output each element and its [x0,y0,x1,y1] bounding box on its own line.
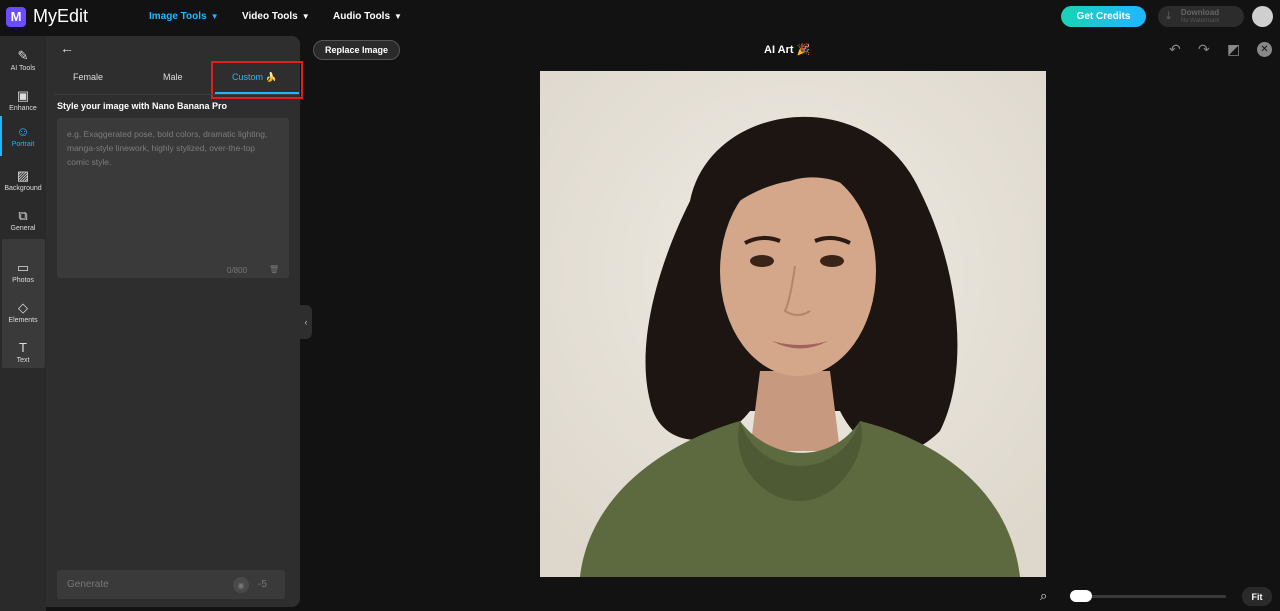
tool-panel: ← Female Male Custom 🍌 Style your image … [46,36,303,607]
chevron-left-icon: ‹ [304,317,308,327]
tab-male[interactable]: Male [163,72,183,82]
sidebar-item-text[interactable]: T Text [0,332,46,372]
background-icon: ▨ [16,167,30,183]
fit-button[interactable]: Fit [1242,587,1272,606]
replace-image-button[interactable]: Replace Image [313,40,400,60]
enhance-image-icon: ▣ [16,87,30,103]
generate-button[interactable]: Generate ◉ -5 [57,570,285,599]
sidebar-item-enhance[interactable]: ▣ Enhance [0,80,46,120]
nav-image-tools-label: Image Tools [149,11,207,22]
back-arrow-icon[interactable]: ← [60,40,74,56]
zoom-icon[interactable]: ⌕ [1040,588,1047,604]
generate-label: Generate [67,579,109,590]
zoom-slider[interactable] [1070,595,1226,598]
sidebar-item-background[interactable]: ▨ Background [0,160,46,200]
credit-coin-icon: ◉ [233,577,249,593]
close-icon[interactable]: ✕ [1257,42,1272,57]
left-sidebar: ✎ AI Tools ▣ Enhance ☺ Portrait ▨ Backgr… [0,36,46,611]
compare-icon[interactable]: ◩ [1227,41,1240,58]
photos-icon: ▭ [16,259,30,275]
sidebar-item-general[interactable]: ⧉ General [0,200,46,240]
download-button[interactable]: ⤓ Download No Watermark [1158,6,1244,27]
nav-audio-tools[interactable]: Audio Tools ▼ [333,11,402,22]
download-sublabel: No Watermark [1180,17,1220,24]
prompt-title: Style your image with Nano Banana Pro [57,101,228,111]
trash-icon[interactable]: 🗑 [269,265,279,274]
top-bar: M MyEdit Image Tools ▼ Video Tools ▼ Audio… [0,0,1280,34]
prompt-placeholder: e.g. Exaggerated pose, bold colors, dram… [67,129,268,167]
portrait-icon: ☺ [16,123,30,139]
chevron-down-icon: ▼ [210,12,219,21]
sidebar-item-elements[interactable]: ◇ Elements [0,292,46,332]
chevron-down-icon: ▼ [301,12,310,21]
get-credits-button[interactable]: Get Credits [1061,6,1146,27]
sidebar-item-photos[interactable]: ▭ Photos [0,252,46,292]
portrait-image [540,71,1046,577]
nav-image-tools[interactable]: Image Tools ▼ [149,11,219,22]
credit-cost: -5 [258,579,267,590]
general-icon: ⧉ [18,207,28,223]
sidebar-item-label: AI Tools [10,64,36,72]
sidebar-item-ai-tools[interactable]: ✎ AI Tools [0,40,46,80]
avatar[interactable] [1252,6,1273,27]
text-icon: T [19,339,27,355]
portrait-photo [540,71,1046,577]
elements-icon: ◇ [18,299,28,315]
undo-icon[interactable]: ↶ [1169,41,1181,58]
char-count: 0/800 [227,266,248,275]
collapse-panel-handle[interactable]: ‹ [300,305,312,339]
sidebar-item-label: Elements [8,316,38,324]
sidebar-item-label: Portrait [11,140,35,148]
app-name: MyEdit [33,6,89,26]
download-icon: ⤓ [1166,10,1171,22]
sidebar-item-label: Background [4,184,42,192]
tab-female[interactable]: Female [73,72,103,82]
nav-video-tools[interactable]: Video Tools ▼ [242,11,310,22]
sidebar-item-label: Text [16,356,30,364]
download-label: Download [1180,7,1220,17]
nav-video-tools-label: Video Tools [242,11,298,22]
logo-mark-icon: M [6,6,26,27]
sidebar-item-label: General [10,224,36,232]
nav-audio-tools-label: Audio Tools [333,11,391,22]
sidebar-item-portrait[interactable]: ☺ Portrait [0,116,46,156]
app-logo[interactable]: M MyEdit [6,6,88,27]
prompt-input[interactable]: e.g. Exaggerated pose, bold colors, dram… [57,118,289,278]
zoom-slider-handle[interactable] [1070,590,1092,602]
canvas-title: AI Art 🎉 [764,44,811,56]
magic-wand-icon: ✎ [17,47,29,63]
chevron-down-icon: ▼ [394,12,402,21]
sidebar-item-label: Photos [12,276,34,284]
divider [54,94,300,95]
sidebar-item-label: Enhance [9,104,37,112]
redo-icon[interactable]: ↷ [1198,41,1210,58]
